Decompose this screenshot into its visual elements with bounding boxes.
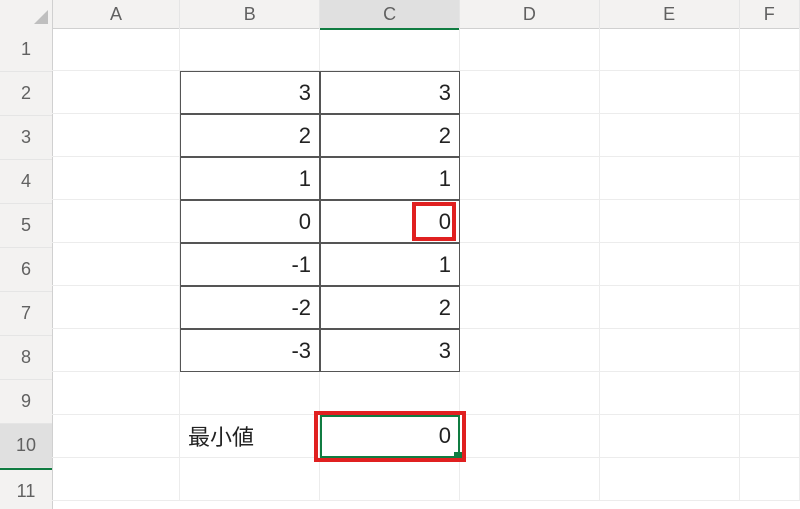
- cell-C6[interactable]: 1: [320, 243, 460, 286]
- col-header-E[interactable]: E: [600, 0, 740, 28]
- cell-E7[interactable]: [600, 286, 740, 329]
- cell-F10[interactable]: [740, 415, 800, 458]
- cell-E2[interactable]: [600, 71, 740, 114]
- cell-E10[interactable]: [600, 415, 740, 458]
- cell-E8[interactable]: [600, 329, 740, 372]
- cell-E6[interactable]: [600, 243, 740, 286]
- col-header-D[interactable]: D: [460, 0, 600, 28]
- cell-D2[interactable]: [460, 71, 600, 114]
- cell-F1[interactable]: [740, 28, 800, 71]
- cell-C11[interactable]: [320, 458, 460, 501]
- cell-B10[interactable]: 最小値: [180, 415, 320, 458]
- cell-C1[interactable]: [320, 28, 460, 71]
- col-header-A[interactable]: A: [53, 0, 181, 28]
- cell-D7[interactable]: [460, 286, 600, 329]
- cell-C10[interactable]: 0: [320, 415, 460, 458]
- cell-C3[interactable]: 2: [320, 114, 460, 157]
- cell-A6[interactable]: [52, 243, 180, 286]
- cell-C9[interactable]: [320, 372, 460, 415]
- cell-B2[interactable]: 3: [180, 71, 320, 114]
- cell-A5[interactable]: [52, 200, 180, 243]
- cell-B8[interactable]: -3: [180, 329, 320, 372]
- cell-D5[interactable]: [460, 200, 600, 243]
- cell-F11[interactable]: [740, 458, 800, 501]
- cell-C2[interactable]: 3: [320, 71, 460, 114]
- cell-B9[interactable]: [180, 372, 320, 415]
- cell-A2[interactable]: [52, 71, 180, 114]
- column-header-bar: A B C D E F: [0, 0, 800, 29]
- row-header-10[interactable]: 10: [0, 424, 52, 468]
- cell-D10[interactable]: [460, 415, 600, 458]
- select-all-corner[interactable]: [0, 0, 53, 28]
- row-header-2[interactable]: 2: [0, 72, 52, 116]
- cell-B6[interactable]: -1: [180, 243, 320, 286]
- cell-F2[interactable]: [740, 71, 800, 114]
- col-header-F[interactable]: F: [740, 0, 800, 28]
- cell-D9[interactable]: [460, 372, 600, 415]
- cell-A4[interactable]: [52, 157, 180, 200]
- cell-B5[interactable]: 0: [180, 200, 320, 243]
- cell-D4[interactable]: [460, 157, 600, 200]
- cell-grid[interactable]: 33221100-11-22-33最小値0: [52, 28, 800, 509]
- cell-D11[interactable]: [460, 458, 600, 501]
- cell-B1[interactable]: [180, 28, 320, 71]
- row-header-9[interactable]: 9: [0, 380, 52, 424]
- cell-F5[interactable]: [740, 200, 800, 243]
- cell-E4[interactable]: [600, 157, 740, 200]
- cell-E1[interactable]: [600, 28, 740, 71]
- spreadsheet-view: A B C D E F 1 2 3 4 5 6 7 8 9 10 11 3322…: [0, 0, 800, 509]
- cell-D1[interactable]: [460, 28, 600, 71]
- cell-F7[interactable]: [740, 286, 800, 329]
- cell-A10[interactable]: [52, 415, 180, 458]
- cell-E11[interactable]: [600, 458, 740, 501]
- col-header-B[interactable]: B: [180, 0, 320, 28]
- cell-E9[interactable]: [600, 372, 740, 415]
- cell-B11[interactable]: [180, 458, 320, 501]
- cell-B3[interactable]: 2: [180, 114, 320, 157]
- cell-B4[interactable]: 1: [180, 157, 320, 200]
- cell-F3[interactable]: [740, 114, 800, 157]
- cell-F4[interactable]: [740, 157, 800, 200]
- cell-D8[interactable]: [460, 329, 600, 372]
- row-header-8[interactable]: 8: [0, 336, 52, 380]
- cell-A7[interactable]: [52, 286, 180, 329]
- row-header-3[interactable]: 3: [0, 116, 52, 160]
- cell-F9[interactable]: [740, 372, 800, 415]
- cell-C5[interactable]: 0: [320, 200, 460, 243]
- cell-A8[interactable]: [52, 329, 180, 372]
- cell-D3[interactable]: [460, 114, 600, 157]
- cell-E5[interactable]: [600, 200, 740, 243]
- row-header-6[interactable]: 6: [0, 248, 52, 292]
- cell-C8[interactable]: 3: [320, 329, 460, 372]
- cell-A3[interactable]: [52, 114, 180, 157]
- cell-C7[interactable]: 2: [320, 286, 460, 329]
- row-header-11[interactable]: 11: [0, 468, 52, 509]
- row-header-bar: 1 2 3 4 5 6 7 8 9 10 11: [0, 28, 53, 509]
- cell-F6[interactable]: [740, 243, 800, 286]
- row-header-7[interactable]: 7: [0, 292, 52, 336]
- cell-C4[interactable]: 1: [320, 157, 460, 200]
- cell-A9[interactable]: [52, 372, 180, 415]
- row-header-1[interactable]: 1: [0, 28, 52, 72]
- cell-F8[interactable]: [740, 329, 800, 372]
- cell-D6[interactable]: [460, 243, 600, 286]
- row-header-5[interactable]: 5: [0, 204, 52, 248]
- cell-A11[interactable]: [52, 458, 180, 501]
- col-header-C[interactable]: C: [320, 0, 460, 30]
- row-header-4[interactable]: 4: [0, 160, 52, 204]
- cell-E3[interactable]: [600, 114, 740, 157]
- cell-A1[interactable]: [52, 28, 180, 71]
- cell-B7[interactable]: -2: [180, 286, 320, 329]
